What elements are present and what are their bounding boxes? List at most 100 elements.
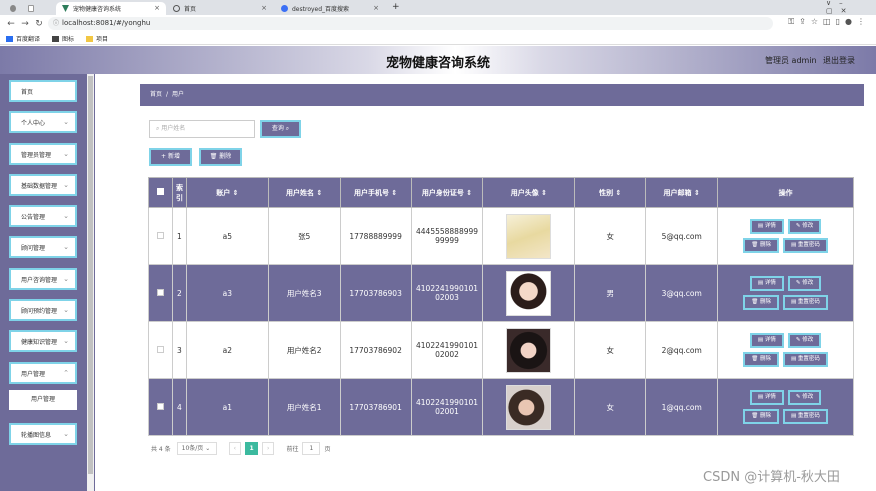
chevron-down-icon: ⌄ [63, 118, 69, 126]
sidebar-item-knowledge[interactable]: 健康知识管理 ⌄ [9, 330, 77, 352]
sidebar-item-home[interactable]: 首页 [9, 80, 77, 102]
breadcrumb-home[interactable]: 首页 [150, 91, 162, 98]
detail-button[interactable]: ▤ 详情 [749, 333, 784, 348]
next-page-button[interactable]: › [262, 442, 275, 455]
table-row: 2 a3 用户姓名3 17703786903 41022419901010200… [148, 264, 854, 322]
detail-button[interactable]: ▤ 详情 [749, 276, 784, 291]
logout-link[interactable]: 退出登录 [823, 55, 855, 66]
edit-button[interactable]: ✎ 修改 [787, 390, 822, 405]
chevron-down-icon: ⌄ [63, 212, 69, 220]
search-button[interactable]: 查询 ⌕ [260, 120, 301, 138]
admin-label: 管理员 admin [765, 56, 817, 65]
sidebar-subitem-users[interactable]: 用户管理 [9, 390, 77, 410]
url-text: localhost:8081/#/yonghu [62, 19, 151, 27]
reset-password-button[interactable]: ▤ 重置密码 [782, 238, 828, 253]
bookmark-item[interactable]: 图标 [52, 34, 74, 43]
col-account[interactable]: 账户 ⇕ [185, 177, 269, 208]
bookmark-item[interactable]: 项目 [86, 34, 108, 43]
goto-page-input[interactable]: 1 [302, 442, 321, 455]
edit-button[interactable]: ✎ 修改 [787, 333, 822, 348]
close-icon[interactable]: × [261, 4, 267, 12]
edit-button[interactable]: ✎ 修改 [787, 219, 822, 234]
sidebar-item-users[interactable]: 用户管理 ⌃ [9, 362, 77, 384]
col-idcard[interactable]: 用户身份证号 ⇕ [410, 177, 484, 208]
tab-current[interactable]: 宠物健康咨询系统 × [56, 2, 166, 15]
row-delete-button[interactable]: 🗑 删除 [743, 238, 779, 253]
folder-icon [86, 36, 94, 42]
sidebar-item-consultant[interactable]: 顾问管理 ⌄ [9, 236, 77, 258]
sidebar-item-notice[interactable]: 公告管理 ⌄ [9, 205, 77, 227]
add-button[interactable]: + 新增 [149, 148, 192, 166]
new-tab-button[interactable]: + [386, 0, 400, 13]
tab-icon-1[interactable] [4, 2, 20, 15]
col-name[interactable]: 用户姓名 ⇕ [267, 177, 341, 208]
row-checkbox[interactable] [156, 288, 164, 296]
col-gender[interactable]: 性别 ⇕ [574, 177, 647, 208]
tab-label: 首页 [184, 6, 197, 13]
reload-icon[interactable]: ↻ [32, 19, 46, 29]
breadcrumb-current: 用户 [172, 91, 185, 98]
reset-password-button[interactable]: ▤ 重置密码 [782, 409, 828, 424]
cell-account: a5 [185, 207, 269, 265]
sidebar-item-admin[interactable]: 管理员管理 ⌄ [9, 143, 77, 165]
search-input[interactable]: ⌕ 用户姓名 [149, 120, 255, 138]
detail-button[interactable]: ▤ 详情 [749, 390, 784, 405]
baidu-icon [281, 5, 288, 12]
chevron-down-icon: ⌄ [63, 337, 69, 345]
prev-page-button[interactable]: ‹ [228, 442, 242, 455]
bookmark-item[interactable]: 百度翻译 [6, 34, 40, 43]
bookmarks-bar: 百度翻译 图标 项目 [0, 32, 876, 45]
cell-idcard: 410224199010102002 [410, 321, 484, 379]
cell-index: 3 [171, 321, 187, 379]
sidebar-scrollbar[interactable] [87, 74, 94, 491]
cell-phone: 17788889999 [339, 207, 412, 265]
avatar [506, 213, 552, 259]
detail-button[interactable]: ▤ 详情 [749, 219, 784, 234]
cell-account: a1 [185, 378, 269, 436]
page-size-select[interactable]: 10条/页 ⌄ [176, 442, 217, 455]
row-checkbox[interactable] [156, 231, 164, 239]
col-avatar[interactable]: 用户头像 ⇕ [482, 177, 576, 208]
browser-tabbar: 宠物健康咨询系统 × 首页 × destroyed_百度搜索 × + ∨–▢✕ [0, 0, 876, 15]
col-phone[interactable]: 用户手机号 ⇕ [339, 177, 412, 208]
chevron-down-icon: ⌄ [63, 275, 69, 283]
row-delete-button[interactable]: 🗑 删除 [743, 295, 779, 310]
avatar [506, 270, 552, 316]
tab-icon-2[interactable] [22, 2, 38, 15]
sidebar-item-appointment[interactable]: 顾问预约管理 ⌄ [9, 299, 77, 321]
cell-phone: 17703786903 [339, 264, 412, 322]
cell-account: a3 [185, 264, 269, 322]
page-number-current[interactable]: 1 [245, 442, 259, 455]
sidebar-item-profile[interactable]: 个人中心 ⌄ [9, 111, 77, 133]
sidebar-item-consult[interactable]: 用户咨询管理 ⌄ [9, 268, 77, 290]
reset-password-button[interactable]: ▤ 重置密码 [782, 295, 828, 310]
cell-phone: 17703786901 [339, 378, 412, 436]
row-delete-button[interactable]: 🗑 删除 [743, 352, 779, 367]
row-delete-button[interactable]: 🗑 删除 [743, 409, 779, 424]
sidebar-item-carousel[interactable]: 轮播图信息 ⌄ [9, 423, 77, 445]
browser-toolbar-icons[interactable]: ⚿⇪☆◫▯●⋮ [788, 17, 870, 27]
tab-baidu[interactable]: destroyed_百度搜索 × [275, 2, 385, 15]
sidebar-item-basedata[interactable]: 基础数据管理 ⌄ [9, 174, 77, 196]
page-suffix: 页 [324, 446, 331, 453]
scrollbar-thumb[interactable] [88, 76, 93, 474]
edit-button[interactable]: ✎ 修改 [787, 276, 822, 291]
chevron-up-icon: ⌃ [63, 369, 69, 377]
close-icon[interactable]: × [373, 4, 379, 12]
col-email[interactable]: 用户邮箱 ⇕ [645, 177, 719, 208]
row-checkbox[interactable] [156, 345, 164, 353]
tab-home[interactable]: 首页 × [167, 2, 273, 15]
forward-icon[interactable]: → [18, 19, 32, 29]
table-row: 1 a5 张5 17788889999 444555888899999999 女… [148, 207, 854, 265]
select-all[interactable] [148, 177, 173, 208]
checkbox[interactable] [156, 188, 164, 195]
url-bar[interactable]: ⓘ localhost:8081/#/yonghu [48, 17, 773, 30]
cell-email: 2@qq.com [645, 321, 719, 379]
row-checkbox[interactable] [156, 402, 164, 410]
cell-index: 1 [171, 207, 187, 265]
delete-button[interactable]: 🗑 删除 [199, 148, 242, 166]
close-icon[interactable]: × [154, 4, 160, 12]
reset-password-button[interactable]: ▤ 重置密码 [782, 352, 828, 367]
back-icon[interactable]: ← [4, 19, 18, 29]
window-controls[interactable]: ∨–▢✕ [820, 0, 872, 15]
